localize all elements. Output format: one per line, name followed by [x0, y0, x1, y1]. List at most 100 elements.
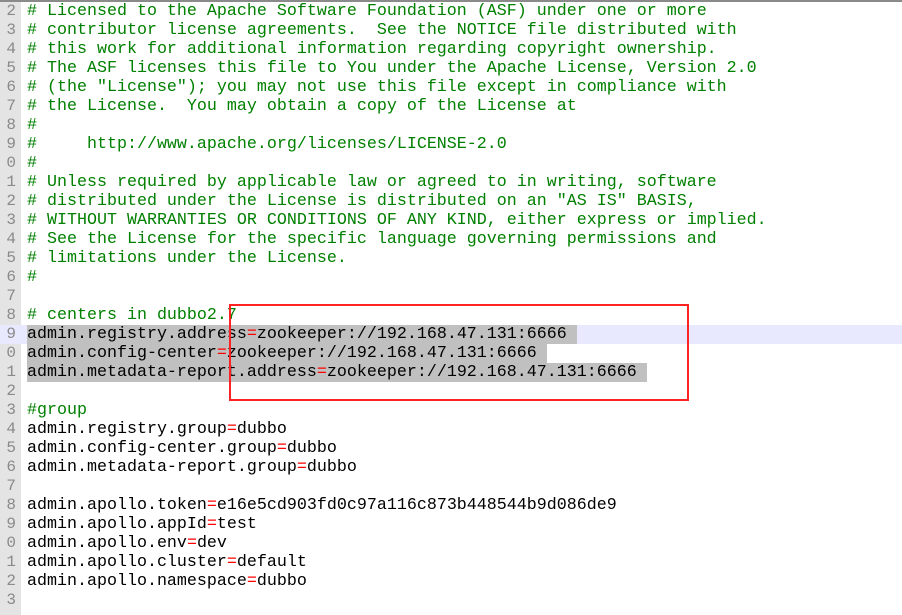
equals-token: = [316, 363, 327, 382]
comment-token: # [27, 116, 37, 135]
line-number: 1 [6, 363, 16, 381]
comment-token: # limitations under the License. [27, 249, 347, 268]
line-number: 2 [6, 192, 16, 210]
code-text: # limitations under the License. [27, 249, 347, 268]
code-line[interactable]: 6 # [0, 268, 902, 287]
code-line[interactable]: 8 admin.apollo.token=e16e5cd903fd0c97a116… [0, 496, 902, 515]
code-line[interactable]: 0 admin.apollo.env=dev [0, 534, 902, 553]
line-number: 1 [6, 173, 16, 191]
code-line[interactable]: 3 # contributor license agreements. See t… [0, 21, 902, 40]
line-number: 3 [6, 401, 16, 419]
code-line[interactable]: 7 [0, 477, 902, 496]
comment-token: # See the License for the specific langu… [27, 230, 717, 249]
code-line[interactable]: 9 admin.apollo.appId=test [0, 515, 902, 534]
line-number: 9 [6, 515, 16, 533]
code-line[interactable]: 8 # [0, 116, 902, 135]
code-line[interactable]: 0 admin.config-center=zookeeper://192.168… [0, 344, 902, 363]
code-text: # this work for additional information r… [27, 40, 717, 59]
equals-token: = [296, 458, 307, 477]
property-value: e16e5cd903fd0c97a116c873b448544b9d086de9 [216, 496, 617, 515]
property-key: admin.config-center.group [27, 439, 277, 458]
comment-token: #group [27, 401, 87, 420]
code-text: # [27, 154, 37, 173]
line-number: 7 [6, 477, 16, 495]
property-value: dev [196, 534, 227, 553]
code-line[interactable]: 0 # [0, 154, 902, 173]
code-line[interactable]: 3 # WITHOUT WARRANTIES OR CONDITIONS OF A… [0, 211, 902, 230]
code-editor[interactable]: 2 # Licensed to the Apache Software Found… [0, 2, 902, 610]
code-line[interactable]: 5 admin.config-center.group=dubbo [0, 439, 902, 458]
code-line[interactable]: 4 # See the License for the specific lang… [0, 230, 902, 249]
code-line[interactable]: 5 # limitations under the License. [0, 249, 902, 268]
code-text: # Unless required by applicable law or a… [27, 173, 717, 192]
line-number: 3 [6, 21, 16, 39]
code-text: # WITHOUT WARRANTIES OR CONDITIONS OF AN… [27, 211, 767, 230]
line-number: 4 [6, 230, 16, 248]
comment-token: # centers in dubbo2.7 [27, 306, 237, 325]
line-number: 2 [6, 2, 16, 20]
comment-token: # Unless required by applicable law or a… [27, 173, 717, 192]
line-number: 4 [6, 420, 16, 438]
property-key: admin.registry.group [27, 420, 227, 439]
property-value: zookeeper://192.168.47.131:6666 [256, 325, 567, 344]
property-value: dubbo [286, 439, 337, 458]
line-number: 2 [6, 572, 16, 590]
code-line[interactable]: 2 admin.apollo.namespace=dubbo [0, 572, 902, 591]
equals-token: = [186, 534, 197, 553]
code-line[interactable]: 1 admin.apollo.cluster=default [0, 553, 902, 572]
property-value: dubbo [256, 572, 307, 591]
equals-token: = [226, 420, 237, 439]
comment-token: # The ASF licenses this file to You unde… [27, 59, 757, 78]
comment-token: # distributed under the License is distr… [27, 192, 697, 211]
property-key: admin.metadata-report.address [27, 363, 317, 382]
line-number: 5 [6, 439, 16, 457]
code-line[interactable]: 1 # Unless required by applicable law or … [0, 173, 902, 192]
code-text: # [27, 268, 37, 287]
comment-token: # [27, 154, 37, 173]
code-text: # http://www.apache.org/licenses/LICENSE… [27, 135, 507, 154]
code-text: # Licensed to the Apache Software Founda… [27, 2, 707, 21]
code-text: # [27, 116, 37, 135]
code-line[interactable]: 2 # distributed under the License is dist… [0, 192, 902, 211]
code-line[interactable]: 2 [0, 382, 902, 401]
equals-token: = [216, 344, 227, 363]
line-number: 6 [6, 268, 16, 286]
code-line[interactable]: 2 # Licensed to the Apache Software Found… [0, 2, 902, 21]
line-number: 7 [6, 287, 16, 305]
code-line[interactable]: 6 # (the "License"); you may not use this… [0, 78, 902, 97]
code-line[interactable]: 5 # The ASF licenses this file to You und… [0, 59, 902, 78]
code-line[interactable]: 1 admin.metadata-report.address=zookeeper… [0, 363, 902, 382]
code-text: admin.registry.group=dubbo [27, 420, 287, 439]
code-line[interactable]: 8 # centers in dubbo2.7 [0, 306, 902, 325]
code-line[interactable]: 9 admin.registry.address=zookeeper://192.… [0, 325, 902, 344]
comment-token: # this work for additional information r… [27, 40, 717, 59]
code-text: # centers in dubbo2.7 [27, 306, 237, 325]
property-key: admin.config-center [27, 344, 217, 363]
property-key: admin.apollo.env [27, 534, 187, 553]
line-number: 3 [6, 591, 16, 609]
code-line[interactable]: 4 admin.registry.group=dubbo [0, 420, 902, 439]
property-value: default [236, 553, 307, 572]
code-text: admin.config-center.group=dubbo [27, 439, 337, 458]
selected-code-text: admin.metadata-report.address=zookeeper:… [27, 363, 647, 382]
comment-token: # contributor license agreements. See th… [27, 21, 737, 40]
code-text: # distributed under the License is distr… [27, 192, 697, 211]
code-line[interactable]: 7 [0, 287, 902, 306]
line-number: 8 [6, 306, 16, 324]
code-text: admin.apollo.env=dev [27, 534, 227, 553]
line-number: 8 [6, 116, 16, 134]
code-line[interactable]: 6 admin.metadata-report.group=dubbo [0, 458, 902, 477]
selected-code-text: admin.registry.address=zookeeper://192.1… [27, 325, 577, 344]
code-line[interactable]: 4 # this work for additional information … [0, 40, 902, 59]
code-text: admin.apollo.token=e16e5cd903fd0c97a116c… [27, 496, 617, 515]
property-value: zookeeper://192.168.47.131:6666 [226, 344, 537, 363]
equals-token: = [206, 515, 217, 534]
line-number: 5 [6, 249, 16, 267]
code-line[interactable]: 9 # http://www.apache.org/licenses/LICENS… [0, 135, 902, 154]
code-line[interactable]: 7 # the License. You may obtain a copy of… [0, 97, 902, 116]
code-text: admin.metadata-report.group=dubbo [27, 458, 357, 477]
code-line[interactable]: 3 [0, 591, 902, 610]
comment-token: # the License. You may obtain a copy of … [27, 97, 577, 116]
code-line[interactable]: 3 #group [0, 401, 902, 420]
property-value: dubbo [236, 420, 287, 439]
